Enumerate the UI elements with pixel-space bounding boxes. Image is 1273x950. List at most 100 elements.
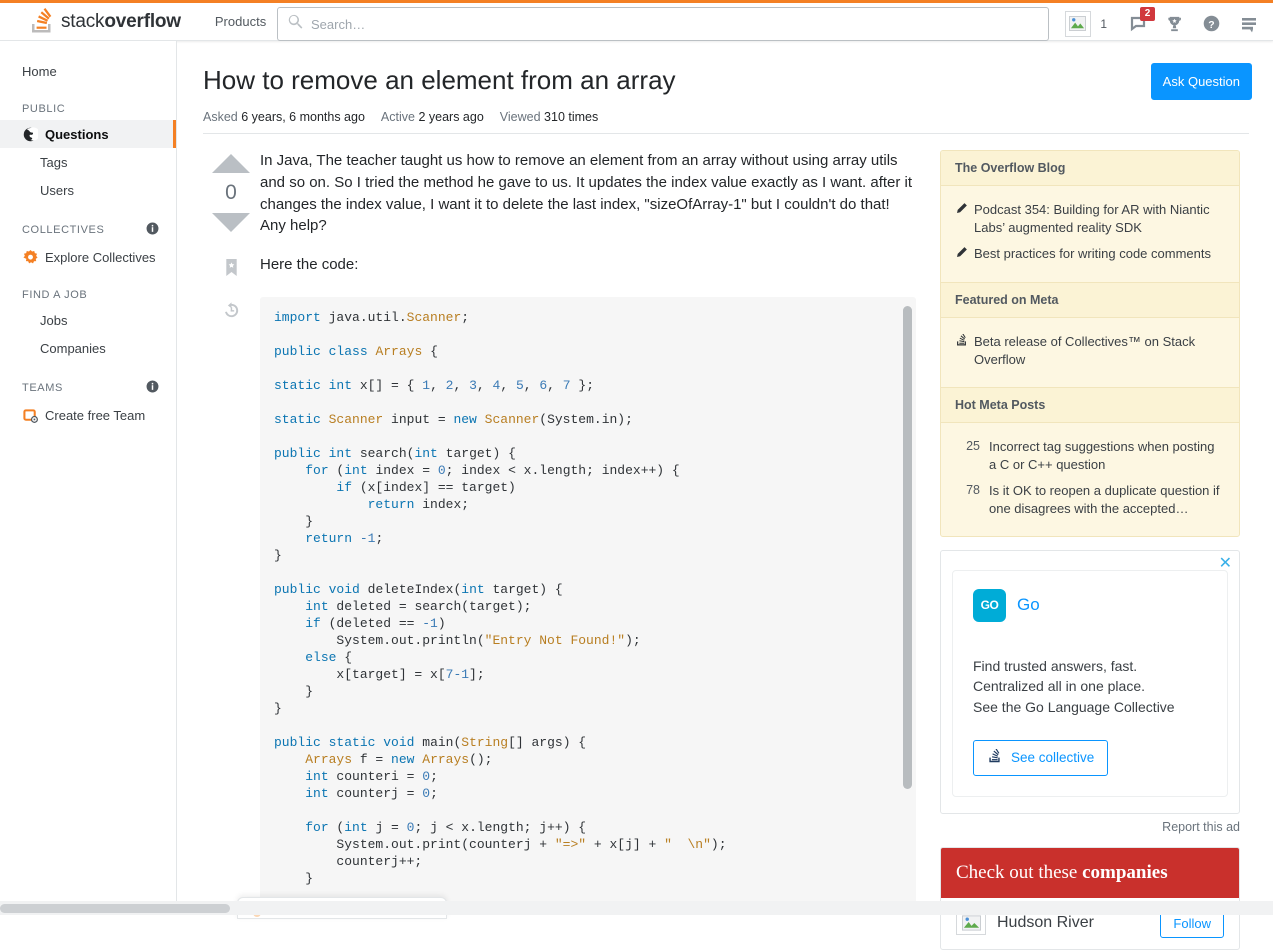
featured-on-meta-list: Beta release of Collectives™ on Stack Ov… (941, 318, 1239, 387)
sidebar-item-users[interactable]: Users (0, 176, 176, 204)
page-horizontal-scrollbar[interactable] (0, 901, 1273, 915)
hot-meta-posts-list: 25 Incorrect tag suggestions when postin… (941, 423, 1239, 536)
list-item-label[interactable]: Is it OK to reopen a duplicate question … (989, 482, 1225, 518)
question-header: How to remove an element from an array A… (177, 41, 1273, 133)
search-input[interactable] (311, 17, 1039, 32)
question-text: In Java, The teacher taught us how to re… (259, 150, 916, 950)
stackoverflow-icon (987, 749, 1002, 767)
list-item-label[interactable]: Podcast 354: Building for AR with Nianti… (974, 201, 1225, 237)
featured-on-meta-title: Featured on Meta (941, 282, 1239, 318)
stackoverflow-logo-icon (28, 8, 54, 36)
collectives-starburst-icon (22, 249, 39, 266)
left-sidebar: Home PUBLIC Questions Tags Users COLLECT… (0, 41, 177, 915)
trophy-icon[interactable] (1156, 5, 1193, 43)
post-score: 25 (955, 438, 980, 474)
sidebar-item-label: Explore Collectives (45, 250, 156, 265)
community-bulletin: The Overflow Blog Podcast 354: Building … (940, 150, 1240, 536)
ad-copy-line: Centralized all in one place. (973, 676, 1207, 697)
ask-question-button[interactable]: Ask Question (1151, 63, 1252, 100)
vote-controls: 0 (203, 150, 259, 950)
go-logo-icon: GO (973, 589, 1006, 622)
see-collective-label: See collective (1011, 750, 1094, 765)
main-content: How to remove an element from an array A… (177, 41, 1273, 915)
pencil-icon (955, 201, 974, 237)
question-body-layout: 0 In Java, The teacher taught us how to … (177, 134, 1273, 950)
inbox-badge: 2 (1140, 7, 1155, 21)
code-content: import java.util.Scanner; public class A… (274, 310, 727, 886)
sidebar-item-tags[interactable]: Tags (0, 148, 176, 176)
sidebar-section-collectives: COLLECTIVES (0, 222, 177, 238)
user-avatar[interactable] (1059, 5, 1096, 43)
logo-text: stackoverflow (61, 11, 181, 33)
question-post: 0 In Java, The teacher taught us how to … (203, 150, 916, 950)
list-item[interactable]: Podcast 354: Building for AR with Nianti… (955, 201, 1225, 237)
question-paragraph: Here the code: (260, 254, 916, 276)
sidebar-item-create-free-team[interactable]: Create free Team (0, 401, 176, 429)
ad-brand-name: Go (1017, 595, 1040, 615)
overflow-blog-list: Podcast 354: Building for AR with Nianti… (941, 186, 1239, 282)
nav-products[interactable]: Products (203, 3, 278, 40)
vote-score: 0 (225, 181, 237, 205)
list-item[interactable]: Best practices for writing code comments (955, 245, 1225, 264)
info-icon[interactable] (146, 380, 159, 396)
hot-meta-posts-title: Hot Meta Posts (941, 387, 1239, 423)
list-item-label[interactable]: Best practices for writing code comments (974, 245, 1211, 264)
top-navigation-bar: stackoverflow Products 1 2 ? (0, 0, 1273, 41)
companies-widget: Check out these companies Hudson River F… (940, 847, 1240, 950)
ad-inner[interactable]: GO Go Find trusted answers, fast. Centra… (952, 570, 1228, 797)
teams-icon (22, 407, 39, 424)
sidebar-item-label: Create free Team (45, 408, 145, 423)
code-block[interactable]: import java.util.Scanner; public class A… (260, 297, 916, 909)
list-item[interactable]: Beta release of Collectives™ on Stack Ov… (955, 333, 1225, 369)
stackoverflow-icon (955, 333, 974, 369)
ad-brand: GO Go (973, 589, 1207, 622)
advertisement-card: ✕ GO Go Find trusted answers, fast. Cent… (940, 550, 1240, 814)
sidebar-item-home[interactable]: Home (0, 57, 176, 85)
site-logo[interactable]: stackoverflow (20, 3, 189, 40)
upvote-arrow-icon[interactable] (212, 154, 250, 173)
revision-history-icon[interactable] (222, 301, 241, 325)
close-icon[interactable]: ✕ (1219, 553, 1232, 573)
asked-stat: Asked 6 years, 6 months ago (203, 110, 365, 124)
globe-icon (22, 126, 39, 143)
sidebar-item-companies[interactable]: Companies (0, 334, 176, 362)
top-icon-group: 1 2 ? (1059, 3, 1267, 44)
sidebar-section-teams: TEAMS (0, 380, 177, 396)
bookmark-icon[interactable] (223, 258, 240, 283)
sidebar-item-jobs[interactable]: Jobs (0, 306, 176, 334)
report-this-ad-link[interactable]: Report this ad (940, 820, 1240, 834)
search-icon (287, 13, 304, 35)
downvote-arrow-icon[interactable] (212, 213, 250, 232)
hamburger-icon[interactable] (1230, 5, 1267, 43)
avatar-placeholder-icon (1065, 11, 1091, 37)
post-score: 78 (955, 482, 980, 518)
inbox-icon[interactable]: 2 (1119, 5, 1156, 43)
company-name: Hudson River (997, 914, 1149, 932)
svg-text:?: ? (1208, 20, 1214, 31)
ad-copy-line: Find trusted answers, fast. (973, 656, 1207, 677)
sidebar-item-questions[interactable]: Questions (0, 120, 176, 148)
sidebar-section-find-a-job: FIND A JOB (0, 289, 177, 301)
active-stat: Active 2 years ago (381, 110, 484, 124)
list-item[interactable]: 25 Incorrect tag suggestions when postin… (955, 438, 1225, 474)
list-item-label[interactable]: Beta release of Collectives™ on Stack Ov… (974, 333, 1225, 369)
search-bar[interactable] (277, 7, 1049, 41)
list-item[interactable]: 78 Is it OK to reopen a duplicate questi… (955, 482, 1225, 518)
ad-copy-line: See the Go Language Collective (973, 697, 1207, 718)
list-item-label[interactable]: Incorrect tag suggestions when posting a… (989, 438, 1225, 474)
sidebar-item-explore-collectives[interactable]: Explore Collectives (0, 243, 176, 271)
pencil-icon (955, 245, 974, 264)
question-paragraph: In Java, The teacher taught us how to re… (260, 150, 916, 237)
viewed-stat: Viewed 310 times (500, 110, 598, 124)
code-vertical-scrollbar[interactable] (903, 306, 912, 789)
see-collective-button[interactable]: See collective (973, 740, 1108, 776)
page-horizontal-scrollbar-thumb[interactable] (0, 904, 230, 913)
overflow-blog-title: The Overflow Blog (941, 151, 1239, 186)
companies-heading: Check out these companies (941, 848, 1239, 898)
info-icon[interactable] (146, 222, 159, 238)
reputation-count: 1 (1100, 17, 1107, 31)
page-title: How to remove an element from an array (203, 63, 1249, 98)
question-stats: Asked 6 years, 6 months ago Active 2 yea… (203, 110, 1249, 133)
help-icon[interactable]: ? (1193, 5, 1230, 43)
sidebar-section-public: PUBLIC (0, 103, 177, 115)
